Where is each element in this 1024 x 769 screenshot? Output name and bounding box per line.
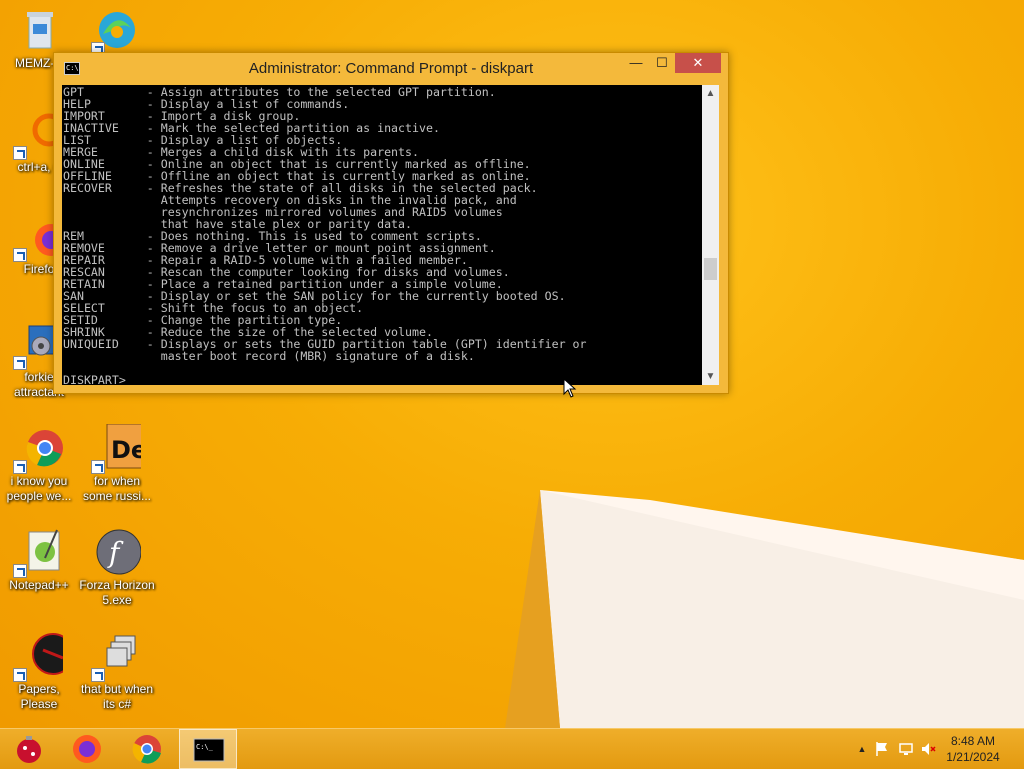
system-tray: ▲ 8:48 AM 1/21/2024 — [844, 729, 1024, 769]
taskbar-app-command-prompt[interactable]: C:\_ — [179, 729, 237, 769]
volume-muted-icon[interactable] — [920, 741, 936, 757]
flash-icon: f — [93, 528, 142, 576]
title-bar[interactable]: C:\ Administrator: Command Prompt - disk… — [54, 53, 728, 85]
maximize-button[interactable]: ☐ — [645, 53, 679, 73]
desktop-icon-papers-please[interactable]: Papers, Please — [0, 632, 78, 712]
taskbar-app-firefox[interactable] — [58, 729, 116, 769]
svg-text:De: De — [111, 436, 141, 464]
chrome-icon — [132, 735, 161, 764]
chrome-icon — [13, 424, 63, 474]
console-output[interactable]: GPT - Assign attributes to the selected … — [62, 85, 702, 385]
taskbar: C:\_ ▲ 8:48 AM 1/21/2024 — [0, 728, 1024, 769]
svg-text:C:\_: C:\_ — [196, 743, 214, 751]
desktop-icon-edge[interactable] — [78, 6, 156, 56]
shortcut-arrow-icon — [13, 356, 27, 370]
firefox-icon — [73, 735, 101, 763]
recycle-bin-icon — [15, 6, 63, 54]
edge-icon — [91, 6, 141, 56]
shortcut-arrow-icon — [13, 248, 27, 262]
cmd-icon: C:\_ — [193, 738, 225, 762]
shortcut-arrow-icon — [91, 668, 105, 682]
scroll-down-button[interactable]: ▼ — [702, 368, 719, 385]
console-text: GPT - Assign attributes to the selected … — [63, 85, 587, 385]
shortcut-arrow-icon — [13, 668, 27, 682]
mouse-cursor-icon — [563, 378, 577, 398]
desktop-icon-notepad-plus-plus[interactable]: Notepad++ — [0, 528, 78, 593]
shortcut-arrow-icon — [91, 460, 105, 474]
show-hidden-icons-button[interactable]: ▲ — [854, 741, 870, 757]
shortcut-arrow-icon — [13, 460, 27, 474]
close-button[interactable]: ✕ — [675, 53, 721, 73]
notepad-plus-plus-icon — [13, 528, 63, 578]
network-icon[interactable] — [898, 741, 914, 757]
shortcut-arrow-icon — [13, 146, 27, 160]
scroll-up-button[interactable]: ▲ — [702, 85, 719, 102]
desktop-icon-forza[interactable]: f Forza Horizon 5.exe — [78, 528, 156, 608]
desktop-icon-chrome[interactable]: i know you people we... — [0, 424, 78, 504]
desktop-icon-windows-stack[interactable]: that but when its c# — [78, 632, 156, 712]
cmd-window[interactable]: C:\ Administrator: Command Prompt - disk… — [53, 52, 729, 394]
papers-please-icon — [13, 632, 74, 682]
clock-date[interactable]: 1/21/2024 — [938, 750, 1008, 764]
desktop-icon-de-app[interactable]: De for when some russi... — [78, 423, 156, 504]
taskbar-app-chrome[interactable] — [118, 729, 176, 769]
vertical-scrollbar[interactable]: ▲ ▼ — [702, 85, 719, 385]
de-app-icon: De — [91, 423, 147, 474]
shortcut-arrow-icon — [13, 564, 27, 578]
scroll-thumb[interactable] — [704, 258, 717, 280]
action-center-flag-icon[interactable] — [874, 741, 890, 757]
taskbar-app-ornament[interactable] — [0, 729, 58, 769]
clock-time[interactable]: 8:48 AM — [938, 734, 1008, 748]
windows-stack-icon — [91, 632, 141, 682]
ornament-icon — [17, 736, 41, 763]
